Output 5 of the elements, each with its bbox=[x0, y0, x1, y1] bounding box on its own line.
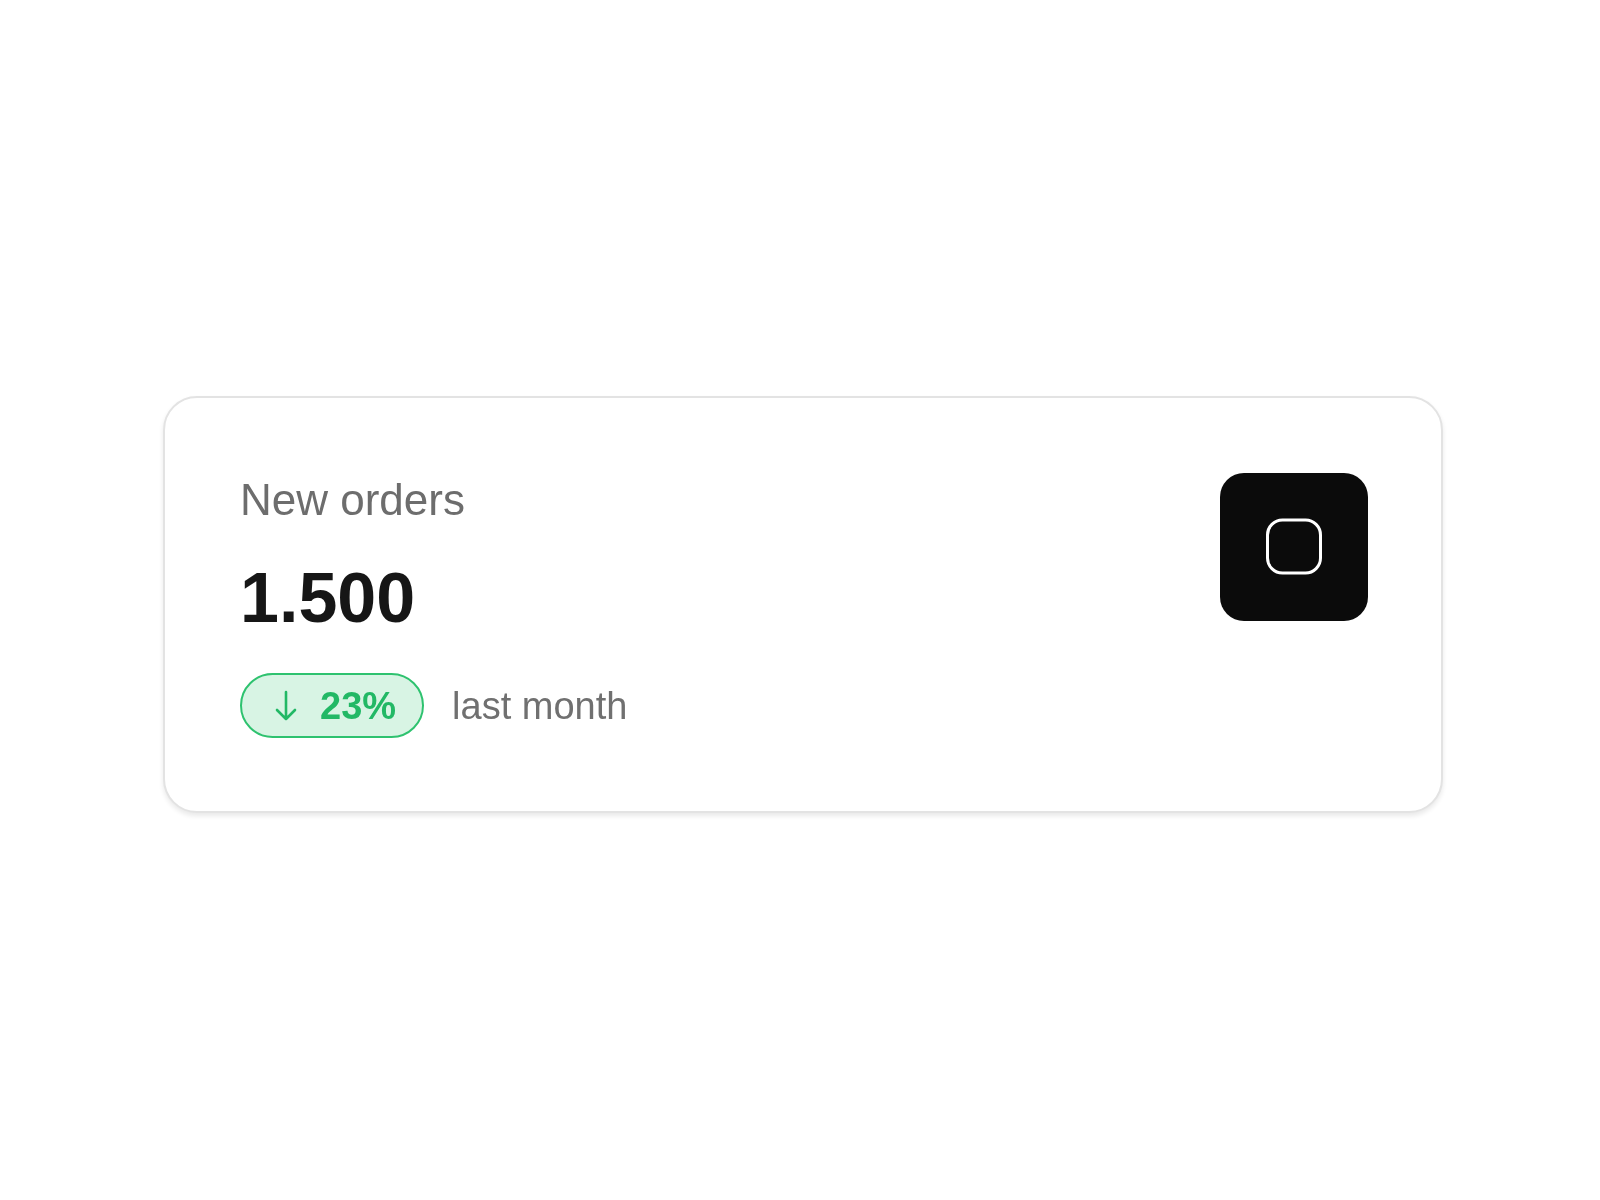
trend-percentage: 23% bbox=[320, 686, 397, 725]
comparison-label: last month bbox=[452, 686, 628, 725]
stat-value: 1.500 bbox=[240, 563, 416, 633]
card-title: New orders bbox=[240, 478, 465, 522]
rounded-square-icon bbox=[1220, 473, 1368, 621]
